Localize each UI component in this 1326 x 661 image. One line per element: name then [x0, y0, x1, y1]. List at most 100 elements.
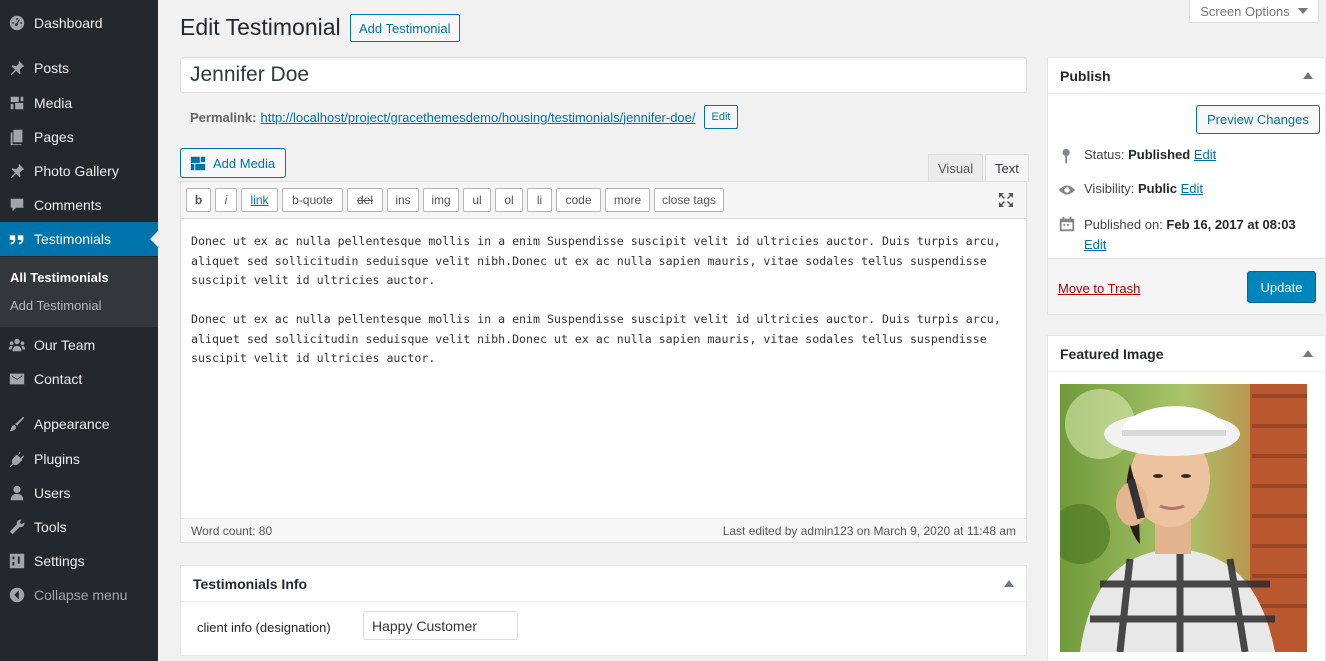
visibility-label: Visibility: [1084, 181, 1135, 196]
collapse-icon [0, 578, 34, 612]
visibility-row: Visibility: Public Edit [1058, 181, 1203, 199]
qt-ol-button[interactable]: ol [495, 188, 523, 212]
menu-collapse[interactable]: Collapse menu [0, 578, 158, 612]
caret-up-icon[interactable] [1303, 350, 1313, 357]
screen-options-button[interactable]: Screen Options [1189, 0, 1319, 23]
comment-icon [0, 188, 34, 222]
featured-image-title: Featured Image [1060, 345, 1164, 362]
quicktags-toolbar: b i link b-quote del ins img ul ol li co… [181, 182, 1026, 219]
add-testimonial-button[interactable]: Add Testimonial [350, 14, 460, 42]
testimonials-submenu: All Testimonials Add Testimonial [0, 257, 158, 327]
menu-users[interactable]: Users [0, 476, 158, 510]
qt-close-tags-button[interactable]: close tags [654, 188, 724, 212]
menu-dashboard[interactable]: Dashboard [0, 6, 158, 40]
testimonials-info-header[interactable]: Testimonials Info [181, 566, 1026, 602]
menu-label: Plugins [34, 451, 80, 467]
brush-icon [0, 407, 34, 441]
qt-italic-button[interactable]: i [215, 188, 237, 212]
media-icon [0, 86, 34, 120]
update-button[interactable]: Update [1247, 271, 1316, 303]
publish-box: Publish Preview Changes Status: Publishe… [1047, 57, 1326, 315]
published-value: Feb 16, 2017 at 08:03 [1166, 217, 1296, 232]
menu-appearance[interactable]: Appearance [0, 407, 158, 441]
submenu-all-testimonials[interactable]: All Testimonials [10, 270, 109, 285]
client-info-input[interactable]: Happy Customer [363, 611, 518, 640]
menu-label: Users [34, 485, 71, 501]
qt-del-button[interactable]: del [347, 188, 383, 212]
qt-img-button[interactable]: img [423, 188, 459, 212]
editor-textarea[interactable]: Donec ut ex ac nulla pellentesque mollis… [191, 232, 1016, 388]
menu-testimonials[interactable]: Testimonials [0, 222, 158, 256]
screen-options-label: Screen Options [1200, 3, 1290, 19]
preview-changes-button[interactable]: Preview Changes [1196, 105, 1320, 134]
qt-link-button[interactable]: link [241, 188, 278, 212]
testimonials-info-box: Testimonials Info client info (designati… [180, 565, 1027, 656]
pin-icon [1062, 148, 1070, 164]
menu-label: Posts [34, 60, 70, 76]
add-media-label: Add Media [213, 155, 276, 171]
fullscreen-icon[interactable] [998, 192, 1014, 208]
menu-label: Pages [34, 129, 74, 145]
client-info-label: client info (designation) [197, 620, 331, 635]
caret-up-icon[interactable] [1303, 72, 1313, 79]
menu-comments[interactable]: Comments [0, 188, 158, 222]
permalink-link[interactable]: http://localhost/project/gracethemesdemo… [260, 110, 695, 125]
published-label: Published on: [1084, 217, 1163, 232]
qt-code-button[interactable]: code [556, 188, 601, 212]
qt-bquote-button[interactable]: b-quote [282, 188, 343, 212]
featured-image[interactable] [1060, 384, 1307, 652]
publish-header[interactable]: Publish [1048, 58, 1325, 94]
qt-bold-button[interactable]: b [186, 188, 211, 212]
visibility-edit-link[interactable]: Edit [1181, 181, 1203, 196]
permalink-edit-button[interactable]: Edit [703, 105, 739, 129]
published-on-row: Published on: Feb 16, 2017 at 08:03 Edit [1058, 215, 1296, 255]
qt-ul-button[interactable]: ul [463, 188, 491, 212]
editor-paragraph: Donec ut ex ac nulla pellentesque mollis… [191, 312, 1001, 365]
menu-tools[interactable]: Tools [0, 510, 158, 544]
submenu-add-testimonial[interactable]: Add Testimonial [10, 298, 102, 313]
menu-our-team[interactable]: Our Team [0, 328, 158, 362]
menu-photo-gallery[interactable]: Photo Gallery [0, 154, 158, 188]
media-icon [190, 156, 206, 171]
permalink-label: Permalink: [190, 109, 257, 125]
menu-posts[interactable]: Posts [0, 51, 158, 85]
visibility-value: Public [1137, 181, 1177, 196]
menu-pages[interactable]: Pages [0, 120, 158, 154]
qt-more-button[interactable]: more [605, 188, 650, 212]
post-title-input[interactable]: Jennifer Doe [180, 57, 1027, 93]
tab-visual[interactable]: Visual [928, 154, 984, 182]
menu-label: Dashboard [34, 15, 103, 31]
testimonials-info-title: Testimonials Info [193, 575, 308, 592]
menu-label: Our Team [34, 337, 96, 353]
menu-contact[interactable]: Contact [0, 362, 158, 396]
user-icon [0, 476, 34, 510]
last-edited: Last edited by admin123 on March 9, 2020… [722, 523, 1016, 538]
status-row: Status: Published Edit [1058, 147, 1216, 165]
permalink-slug: jennifer-doe [623, 109, 692, 125]
move-to-trash-link[interactable]: Move to Trash [1058, 281, 1140, 296]
text-editor: b i link b-quote del ins img ul ol li co… [180, 181, 1027, 543]
admin-sidebar: Dashboard Posts Media Pages Photo Galler… [0, 0, 158, 661]
menu-media[interactable]: Media [0, 86, 158, 120]
tab-text[interactable]: Text [985, 154, 1029, 182]
caret-up-icon[interactable] [1004, 580, 1014, 587]
settings-icon [0, 544, 34, 578]
permalink-base: http://localhost/project/gracethemesdemo… [260, 109, 624, 125]
dashboard-icon [0, 6, 34, 40]
editor-paragraph: Donec ut ex ac nulla pellentesque mollis… [191, 234, 1001, 287]
menu-label: Contact [34, 371, 83, 387]
plug-icon [0, 442, 34, 476]
qt-ins-button[interactable]: ins [387, 188, 419, 212]
menu-label: Media [34, 95, 73, 111]
published-edit-link[interactable]: Edit [1084, 237, 1106, 252]
featured-image-header[interactable]: Featured Image [1048, 336, 1325, 372]
add-media-button[interactable]: Add Media [180, 148, 287, 178]
permalink-end: / [691, 109, 696, 125]
calendar-icon [1059, 216, 1075, 232]
menu-label: Appearance [34, 416, 110, 432]
menu-settings[interactable]: Settings [0, 544, 158, 578]
status-edit-link[interactable]: Edit [1194, 147, 1216, 162]
menu-plugins[interactable]: Plugins [0, 442, 158, 476]
page-title: Edit Testimonial [180, 14, 341, 40]
qt-li-button[interactable]: li [527, 188, 552, 212]
